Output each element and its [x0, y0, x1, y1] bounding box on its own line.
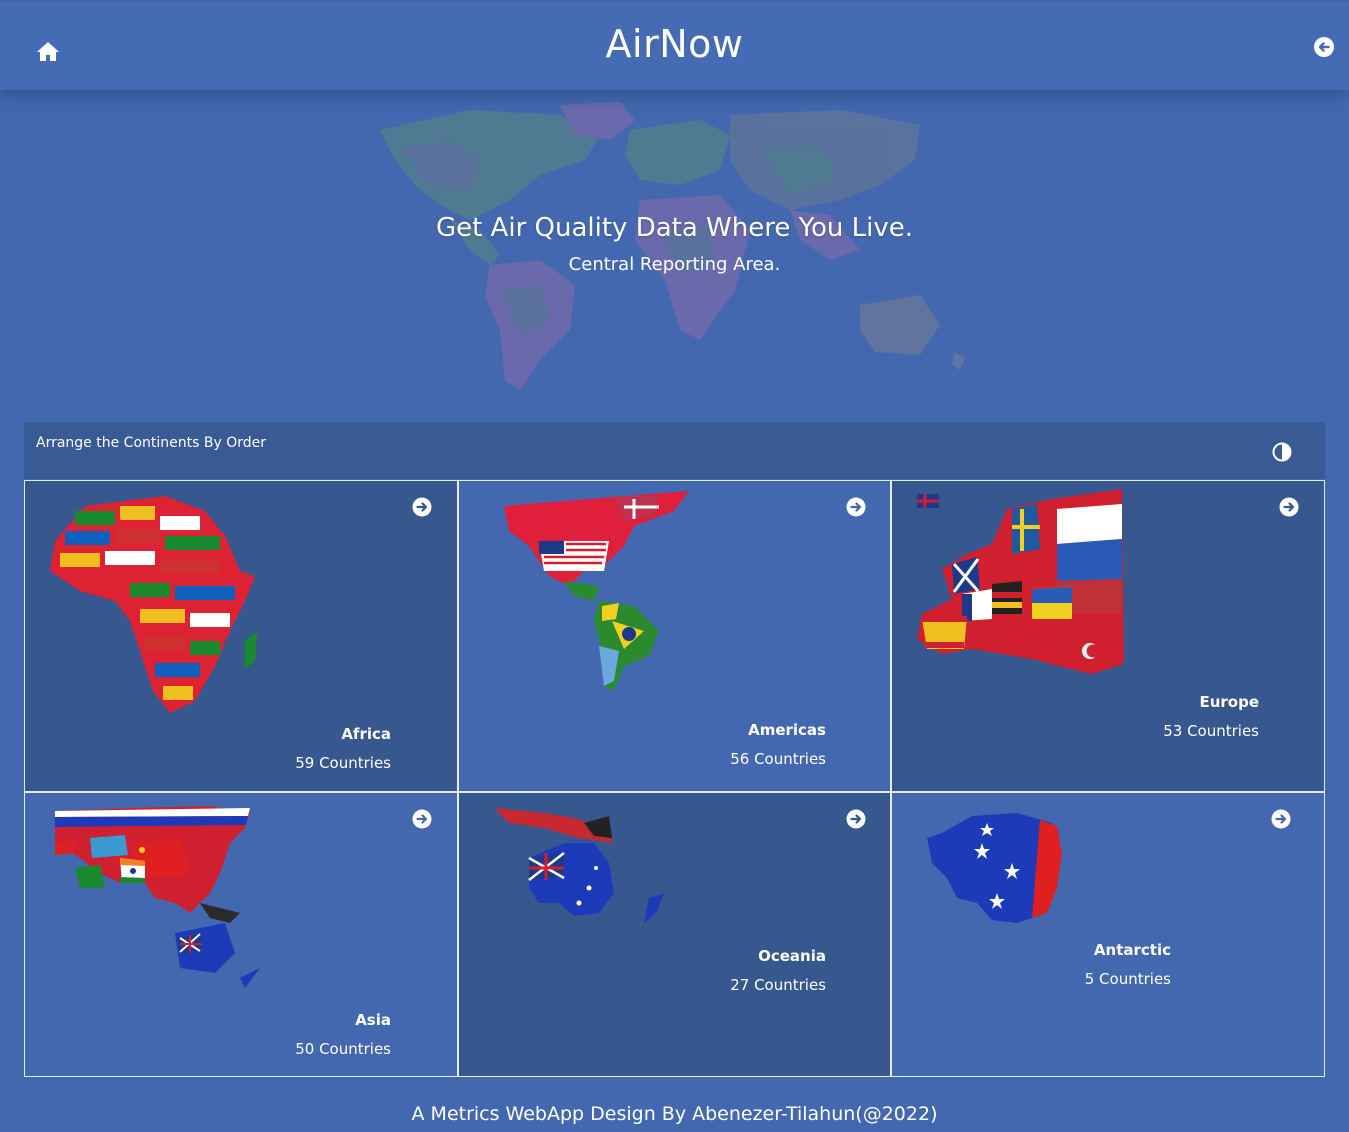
continent-country-count: 53 Countries [1163, 722, 1259, 740]
continent-name: Oceania [758, 947, 826, 965]
arrow-right-circle-icon[interactable] [1279, 497, 1299, 517]
app-header: AirNow [0, 2, 1349, 90]
antarctic-flag-map-image [927, 813, 1062, 923]
arrow-right-circle-icon[interactable] [1271, 809, 1291, 829]
continent-card-oceania[interactable]: Oceania 27 Countries [458, 792, 891, 1077]
arrow-right-circle-icon[interactable] [412, 497, 432, 517]
continent-card-antarctic[interactable]: Antarctic 5 Countries [891, 792, 1325, 1077]
continent-name: Europe [1199, 693, 1259, 711]
arrow-right-circle-icon[interactable] [846, 809, 866, 829]
continent-country-count: 27 Countries [730, 976, 826, 994]
hero-headline: Get Air Quality Data Where You Live. [435, 213, 914, 243]
continent-country-count: 5 Countries [1084, 970, 1171, 988]
europe-flag-map-image [917, 489, 1124, 674]
arrow-left-circle-icon[interactable] [1313, 36, 1335, 58]
africa-flag-map-image [50, 496, 257, 713]
app-title: AirNow [605, 22, 744, 66]
filter-bar: Arrange the Continents By Order [24, 422, 1325, 479]
world-map-image [380, 102, 965, 390]
continent-name: Africa [341, 725, 391, 743]
continent-card-europe[interactable]: Europe 53 Countries [891, 480, 1325, 792]
continent-card-africa[interactable]: Africa 59 Countries [24, 480, 458, 792]
oceania-flag-map-image [494, 808, 664, 923]
arrow-right-circle-icon[interactable] [412, 809, 432, 829]
continent-country-count: 50 Countries [295, 1040, 391, 1058]
continent-name: Americas [748, 721, 826, 739]
continent-country-count: 59 Countries [295, 754, 391, 772]
americas-flag-map-image [504, 491, 689, 691]
continent-country-count: 56 Countries [730, 750, 826, 768]
continent-name: Asia [355, 1011, 391, 1029]
filter-label: Arrange the Continents By Order [36, 435, 266, 451]
asia-flag-map-image [55, 806, 260, 988]
arrow-right-circle-icon[interactable] [846, 497, 866, 517]
continent-card-asia[interactable]: Asia 50 Countries [24, 792, 458, 1077]
continent-grid: Africa 59 Countries Americas 56 Countrie… [24, 480, 1325, 1077]
hero-section: Get Air Quality Data Where You Live. Cen… [0, 90, 1349, 410]
footer-credit: A Metrics WebApp Design By Abenezer-Tila… [411, 1103, 938, 1125]
continent-name: Antarctic [1093, 941, 1171, 959]
contrast-icon[interactable] [1272, 442, 1292, 462]
continent-card-americas[interactable]: Americas 56 Countries [458, 480, 891, 792]
hero-subheadline: Central Reporting Area. [568, 254, 781, 275]
